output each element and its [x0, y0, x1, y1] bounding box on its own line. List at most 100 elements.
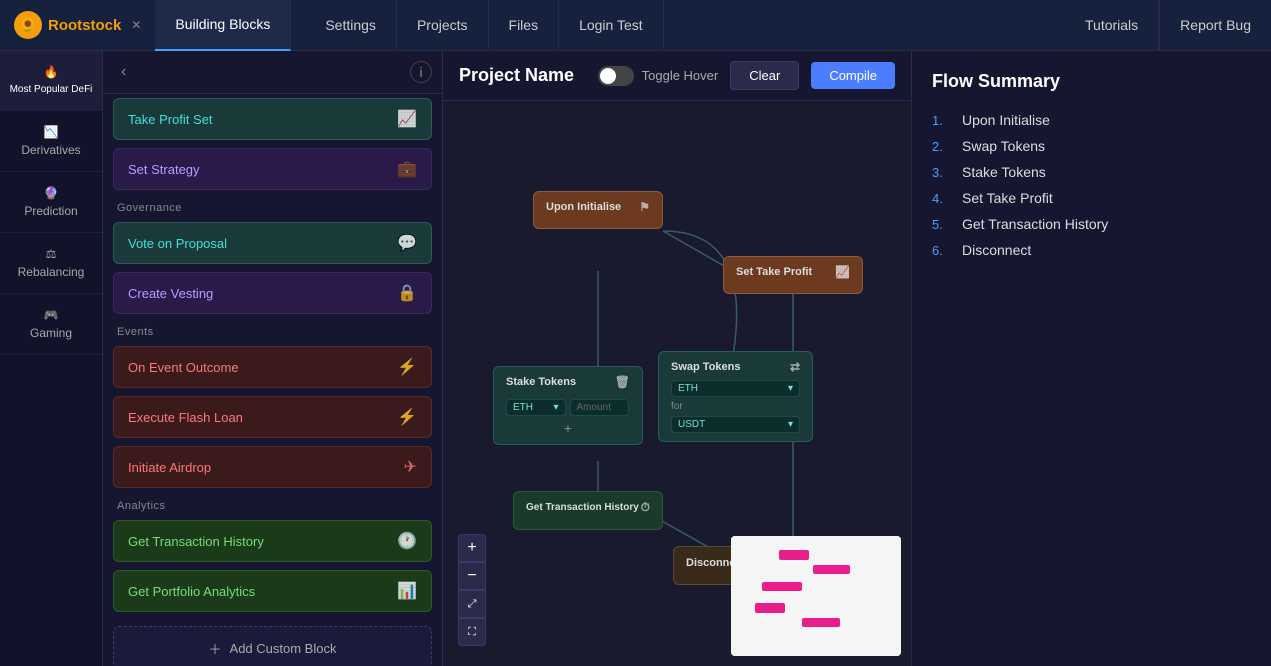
- minimap: [731, 536, 901, 656]
- flow-label-2: Swap Tokens: [962, 138, 1045, 154]
- block-get-portfolio-analytics[interactable]: Get Portfolio Analytics 📊: [113, 570, 432, 612]
- sidebar-item-label: Rebalancing: [8, 265, 94, 279]
- minimap-block-5: [802, 618, 839, 628]
- airdrop-icon: ✈: [404, 457, 417, 477]
- block-initiate-airdrop[interactable]: Initiate Airdrop ✈: [113, 446, 432, 488]
- analytics-header: Analytics: [103, 492, 442, 516]
- active-tab-label[interactable]: Building Blocks: [155, 0, 291, 51]
- zoom-in-button[interactable]: +: [458, 534, 486, 562]
- most-popular-icon: 🔥: [8, 65, 94, 79]
- lightning-icon: ⚡: [397, 357, 417, 377]
- flow-num-6: 6.: [932, 243, 952, 258]
- toggle-knob: [600, 68, 616, 84]
- derivatives-icon: 📉: [8, 125, 94, 139]
- main-layout: 🔥 Most Popular DeFi 📉 Derivatives 🔮 Pred…: [0, 51, 1271, 666]
- flow-summary-item-1: 1. Upon Initialise: [932, 112, 1251, 128]
- block-execute-flash-loan[interactable]: Execute Flash Loan ⚡: [113, 396, 432, 438]
- flow-summary-item-5: 5. Get Transaction History: [932, 216, 1251, 232]
- block-label: Create Vesting: [128, 286, 213, 301]
- tab-report-bug[interactable]: Report Bug: [1159, 0, 1271, 51]
- zoom-out-button[interactable]: −: [458, 562, 486, 590]
- block-get-transaction-history[interactable]: Get Transaction History 🕐: [113, 520, 432, 562]
- flash-icon: ⚡: [397, 407, 417, 427]
- sidebar-item-label: Derivatives: [8, 143, 94, 157]
- tab-settings[interactable]: Settings: [305, 0, 397, 51]
- chat-icon: 💬: [397, 233, 417, 253]
- project-name[interactable]: Project Name: [459, 65, 574, 86]
- tab-login-test[interactable]: Login Test: [559, 0, 664, 51]
- block-label: Take Profit Set: [128, 112, 213, 127]
- chevron-down-icon: ▾: [553, 402, 558, 413]
- node-label: Get Transaction History: [526, 502, 639, 513]
- logo-area: 🌻 Rootstock ✕ Building Blocks: [0, 0, 305, 51]
- clear-button[interactable]: Clear: [730, 61, 799, 90]
- add-custom-block-button[interactable]: ＋ Add Custom Block: [113, 626, 432, 666]
- sidebar-item-derivatives[interactable]: 📉 Derivatives: [0, 111, 102, 172]
- tab-files[interactable]: Files: [489, 0, 560, 51]
- governance-header: Governance: [103, 194, 442, 218]
- compile-button[interactable]: Compile: [811, 62, 895, 89]
- from-label: ETH: [678, 383, 698, 394]
- sidebar-item-label: Most Popular DeFi: [8, 83, 94, 96]
- panel-info-button[interactable]: i: [410, 61, 432, 83]
- minimap-block-1: [779, 550, 810, 560]
- toggle-hover-switch[interactable]: [598, 66, 634, 86]
- lock-icon: 🔒: [397, 283, 417, 303]
- node-stake-tokens[interactable]: Stake Tokens 🗑 ETH▾ Amount +: [493, 366, 643, 445]
- swap-icon: ⇄: [790, 360, 800, 374]
- eth-select[interactable]: ETH▾: [506, 399, 566, 416]
- node-upon-initialise[interactable]: Upon Initialise ⚑: [533, 191, 663, 229]
- node-header: Swap Tokens ⇄: [671, 360, 800, 374]
- logo-text: Rootstock: [48, 17, 121, 34]
- flow-summary-item-4: 4. Set Take Profit: [932, 190, 1251, 206]
- zoom-fit-button[interactable]: ⤢: [458, 590, 486, 618]
- minimap-block-2: [813, 565, 850, 575]
- tab-projects[interactable]: Projects: [397, 0, 489, 51]
- canvas-content[interactable]: Upon Initialise ⚑ Set Take Profit 📈 Stak…: [443, 101, 911, 666]
- panel-back-button[interactable]: ‹: [113, 59, 134, 85]
- amount-input[interactable]: Amount: [570, 399, 630, 416]
- flow-num-5: 5.: [932, 217, 952, 232]
- toggle-hover-label: Toggle Hover: [642, 68, 719, 83]
- briefcase-icon: 💼: [397, 159, 417, 179]
- block-label: Set Strategy: [128, 162, 200, 177]
- node-set-take-profit[interactable]: Set Take Profit 📈: [723, 256, 863, 294]
- nav-spacer: [664, 0, 1065, 51]
- sidebar-item-rebalancing[interactable]: ⚖ Rebalancing: [0, 233, 102, 294]
- node-plus[interactable]: +: [506, 420, 630, 436]
- flow-label-5: Get Transaction History: [962, 216, 1108, 232]
- swap-from-select[interactable]: ETH▾: [671, 380, 800, 397]
- zoom-controls: + − ⤢ ⛶: [458, 534, 486, 646]
- block-create-vesting[interactable]: Create Vesting 🔒: [113, 272, 432, 314]
- plus-icon: ＋: [209, 639, 222, 658]
- sidebar-item-label: Prediction: [8, 204, 94, 218]
- node-get-tx-history[interactable]: Get Transaction History ⏱: [513, 491, 663, 530]
- tab-tutorials[interactable]: Tutorials: [1065, 0, 1159, 51]
- flow-summary-item-3: 3. Stake Tokens: [932, 164, 1251, 180]
- flag-icon: ⚑: [639, 200, 650, 214]
- flow-num-1: 1.: [932, 113, 952, 128]
- flow-label-4: Set Take Profit: [962, 190, 1053, 206]
- tab-close[interactable]: ✕: [131, 18, 141, 32]
- events-header: Events: [103, 318, 442, 342]
- block-vote-on-proposal[interactable]: Vote on Proposal 💬: [113, 222, 432, 264]
- minimap-block-4: [755, 603, 786, 613]
- canvas-area: Project Name Toggle Hover Clear Compile: [443, 51, 911, 666]
- block-set-strategy[interactable]: Set Strategy 💼: [113, 148, 432, 190]
- sidebar-item-most-popular[interactable]: 🔥 Most Popular DeFi: [0, 51, 102, 111]
- delete-icon: 🗑: [615, 375, 630, 389]
- chart-icon: 📊: [397, 581, 417, 601]
- zoom-fullscreen-button[interactable]: ⛶: [458, 618, 486, 646]
- sidebar-item-prediction[interactable]: 🔮 Prediction: [0, 172, 102, 233]
- sidebar-item-gaming[interactable]: 🎮 Gaming: [0, 294, 102, 355]
- swap-to-select[interactable]: USDT▾: [671, 416, 800, 433]
- prediction-icon: 🔮: [8, 186, 94, 200]
- block-label: Vote on Proposal: [128, 236, 227, 251]
- nav-tabs: Settings Projects Files Login Test Tutor…: [305, 0, 1271, 51]
- stake-token-select[interactable]: ETH▾ Amount: [506, 395, 630, 416]
- node-swap-tokens[interactable]: Swap Tokens ⇄ ETH▾ for USDT▾: [658, 351, 813, 442]
- block-take-profit-set[interactable]: Take Profit Set 📈: [113, 98, 432, 140]
- node-label: Set Take Profit: [736, 266, 812, 278]
- flow-label-1: Upon Initialise: [962, 112, 1050, 128]
- block-on-event-outcome[interactable]: On Event Outcome ⚡: [113, 346, 432, 388]
